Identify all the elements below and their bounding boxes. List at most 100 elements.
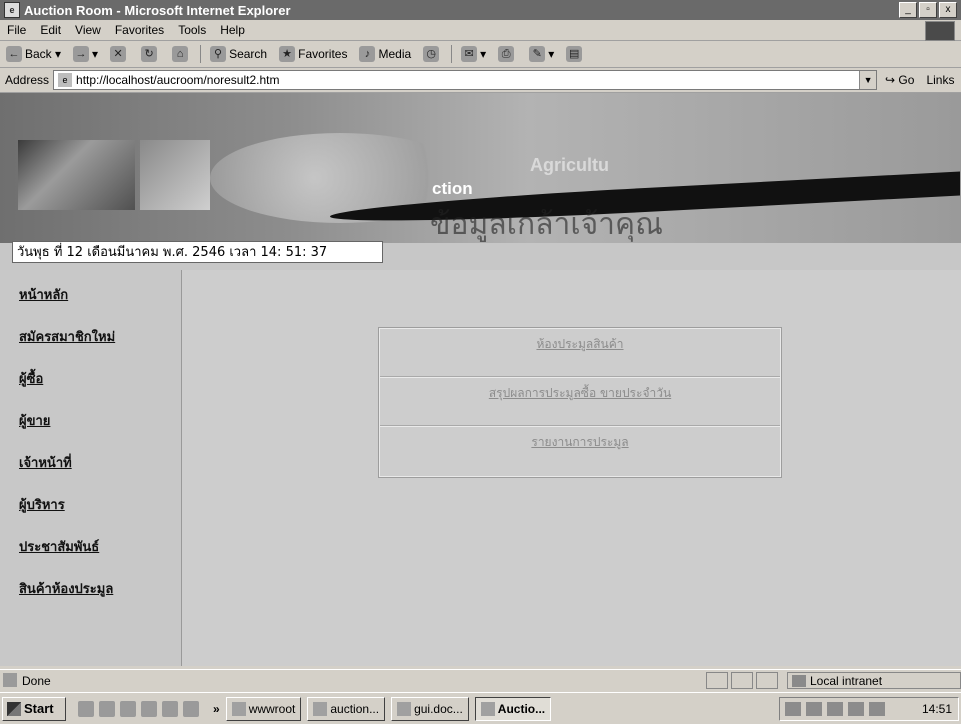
banner-brand-auction: ction [432, 179, 473, 198]
address-dropdown-icon[interactable]: ▼ [859, 71, 877, 89]
sidebar-item-home[interactable]: หน้าหลัก [19, 284, 68, 305]
intranet-zone-icon [792, 674, 806, 687]
status-panes [706, 672, 778, 689]
menu-link-auction-report[interactable]: รายงานการประมูล [380, 427, 780, 476]
search-icon: ⚲ [210, 46, 227, 62]
sidebar-item-buyer[interactable]: ผู้ซื้อ [19, 368, 43, 389]
banner-photo-people [18, 140, 135, 210]
task-label: Auctio... [497, 701, 546, 716]
system-tray: 14:51 [779, 697, 959, 721]
stop-button[interactable]: ✕ [104, 46, 135, 62]
start-button[interactable]: Start [2, 696, 66, 721]
status-pane [731, 672, 753, 689]
forward-arrow-icon: → [73, 46, 90, 62]
mail-button[interactable]: ✉ ▾ [455, 46, 492, 62]
menu-link-daily-summary[interactable]: สรุปผลการประมูลซื้อ ขายประจำวัน [380, 378, 780, 427]
window-icon [313, 701, 328, 716]
menu-tools[interactable]: Tools [171, 23, 213, 37]
tray-network-icon[interactable] [806, 702, 822, 716]
tray-app-icon[interactable] [869, 702, 885, 716]
history-button[interactable]: ◷ [417, 46, 448, 62]
page-icon: e [58, 73, 73, 87]
quicklaunch-more-chevron[interactable]: » [213, 702, 220, 716]
folder-icon [231, 701, 246, 716]
quicklaunch-outlook-icon[interactable] [162, 700, 178, 717]
task-label: auction... [330, 701, 380, 716]
sidebar-item-seller[interactable]: ผู้ขาย [19, 410, 50, 431]
go-arrow-icon: ↪ [885, 73, 899, 87]
menu-view[interactable]: View [68, 23, 108, 37]
sidebar-item-auction-products[interactable]: สินค้าห้องประมูล [19, 578, 113, 599]
discuss-button[interactable]: ▤ [560, 46, 591, 62]
favorites-label: Favorites [298, 47, 348, 61]
search-button[interactable]: ⚲ Search [204, 46, 273, 62]
taskbar-item-auction-room[interactable]: Auctio... [474, 696, 552, 721]
back-dropdown-icon[interactable]: ▾ [52, 47, 61, 61]
address-bar: Address e http://localhost/aucroom/nores… [0, 68, 961, 93]
quicklaunch-desktop-icon[interactable] [78, 700, 94, 717]
window-titlebar: e Auction Room - Microsoft Internet Expl… [0, 0, 961, 20]
minimize-button[interactable]: _ [899, 2, 917, 18]
banner-watermark-text: ข้อมูลเกล้าเจ้าคุณ [430, 207, 663, 242]
ie-icon [480, 701, 495, 716]
back-arrow-icon: ← [6, 46, 22, 62]
home-button[interactable]: ⌂ [166, 46, 197, 62]
window-title: Auction Room - Microsoft Internet Explor… [24, 2, 291, 18]
banner-photo-fruit [140, 140, 210, 210]
quicklaunch-ie-icon[interactable] [99, 700, 115, 717]
quicklaunch-excel-icon[interactable] [183, 700, 199, 717]
print-button[interactable]: ⎙ [492, 46, 523, 62]
web-page: Agricultu ction ข้อมูลเกล้าเจ้าคุณ วันพุ… [0, 93, 961, 666]
main-menu-table: ห้องประมูลสินค้า สรุปผลการประมูลซื้อ ขาย… [379, 328, 781, 477]
discuss-icon: ▤ [566, 46, 583, 62]
word-doc-icon [397, 701, 412, 716]
windows-logo-icon [925, 21, 955, 41]
standard-toolbar: ← Back ▾ → ▾ ✕ ↻ ⌂ ⚲ Search ★ Favorites ♪ Me… [0, 41, 961, 68]
edit-button[interactable]: ✎ ▾ [523, 46, 560, 62]
sidebar-item-executive[interactable]: ผู้บริหาร [19, 494, 65, 515]
restore-button[interactable]: ▫ [919, 2, 937, 18]
date-time-display: วันพุธ ที่ 12 เดือนมีนาคม พ.ศ. 2546 เวลา… [12, 241, 383, 263]
menu-link-auction-room[interactable]: ห้องประมูลสินค้า [380, 329, 780, 378]
back-button[interactable]: ← Back ▾ [0, 46, 67, 62]
sidebar-nav: หน้าหลัก สมัครสมาชิกใหม่ ผู้ซื้อ ผู้ขาย … [0, 270, 182, 666]
menu-help[interactable]: Help [213, 23, 252, 37]
search-label: Search [229, 47, 268, 61]
favorites-button[interactable]: ★ Favorites [273, 46, 353, 62]
media-button[interactable]: ♪ Media [353, 46, 417, 62]
start-label: Start [24, 701, 54, 716]
taskbar-clock[interactable]: 14:51 [922, 702, 952, 716]
tray-volume-icon[interactable] [848, 702, 864, 716]
tray-keyboard-icon[interactable] [785, 702, 801, 716]
close-button[interactable]: x [939, 2, 957, 18]
sidebar-item-register[interactable]: สมัครสมาชิกใหม่ [19, 326, 115, 347]
quicklaunch-app-icon[interactable] [120, 700, 136, 717]
menu-favorites[interactable]: Favorites [108, 23, 171, 37]
main-content: ห้องประมูลสินค้า สรุปผลการประมูลซื้อ ขาย… [182, 270, 961, 666]
links-button[interactable]: Links [926, 73, 954, 87]
task-label: gui.doc... [414, 701, 463, 716]
taskbar-item-auction[interactable]: auction... [307, 696, 386, 721]
windows-flag-icon [7, 701, 21, 716]
sidebar-item-public-relations[interactable]: ประชาสัมพันธ์ [19, 536, 99, 557]
tray-language-icon[interactable] [827, 702, 843, 716]
history-icon: ◷ [423, 46, 440, 62]
back-label: Back [25, 47, 52, 61]
address-input[interactable]: e http://localhost/aucroom/noresult2.htm… [53, 70, 878, 90]
refresh-button[interactable]: ↻ [135, 46, 166, 62]
address-label: Address [5, 73, 50, 87]
status-pane [756, 672, 778, 689]
sidebar-item-staff[interactable]: เจ้าหน้าที่ [19, 452, 72, 473]
windows-taskbar: Start » wwwroot auction... gui.doc... Au… [0, 692, 961, 724]
menu-bar: File Edit View Favorites Tools Help [0, 20, 961, 41]
go-button[interactable]: ↪ Go [885, 73, 914, 87]
quicklaunch-word-icon[interactable] [141, 700, 157, 717]
edit-icon: ✎ [529, 46, 546, 62]
menu-file[interactable]: File [0, 23, 33, 37]
address-url[interactable]: http://localhost/aucroom/noresult2.htm [76, 73, 279, 87]
forward-button[interactable]: → ▾ [67, 46, 104, 62]
status-text: Done [22, 673, 51, 688]
taskbar-item-wwwroot[interactable]: wwwroot [225, 696, 302, 721]
menu-edit[interactable]: Edit [33, 23, 68, 37]
taskbar-item-gui-doc[interactable]: gui.doc... [391, 696, 469, 721]
